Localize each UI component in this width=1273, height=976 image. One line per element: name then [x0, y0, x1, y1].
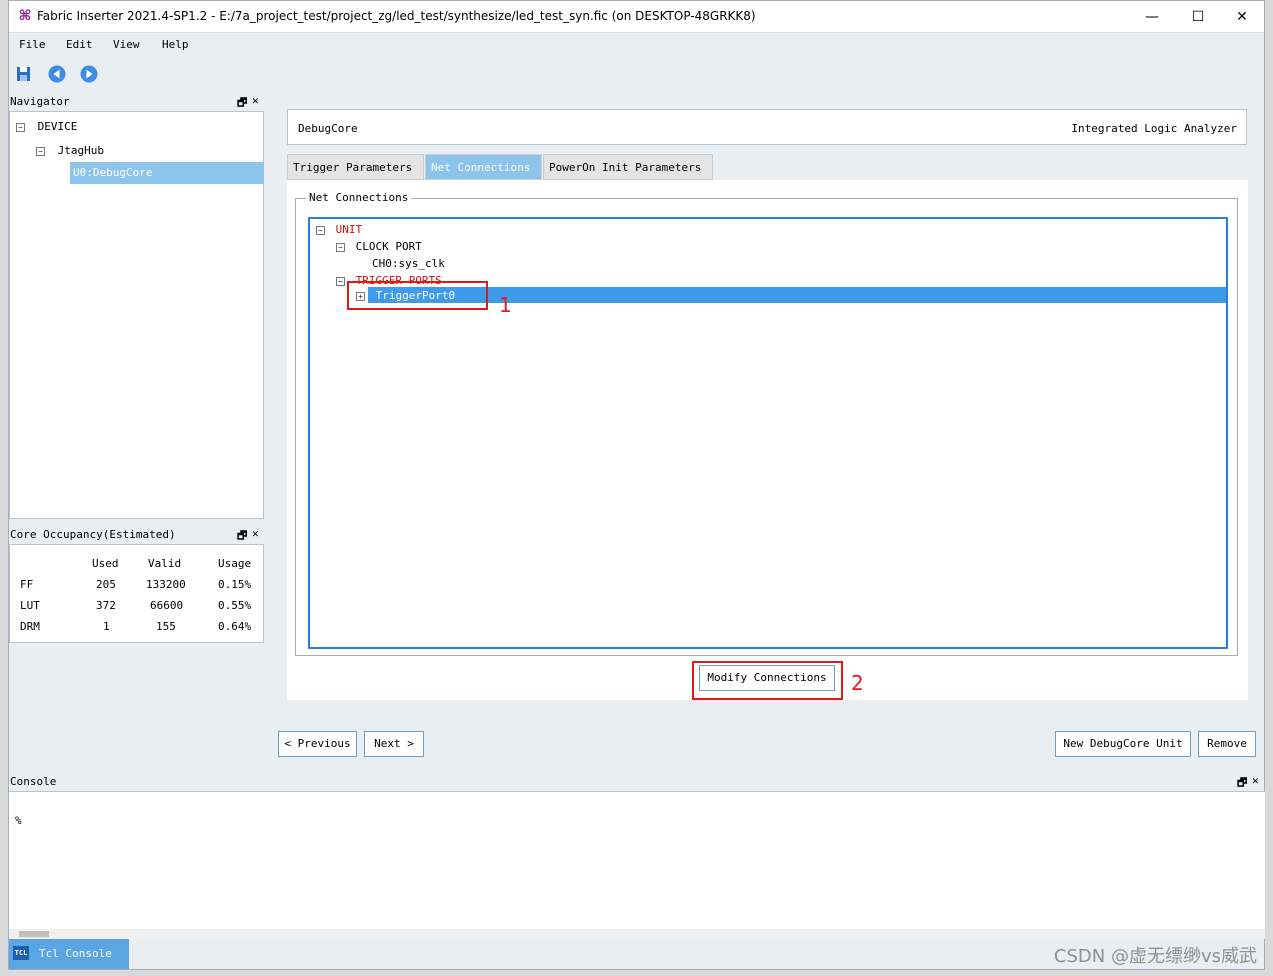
annotation-number-2: 2 [851, 671, 864, 695]
new-debugcore-unit-button[interactable]: New DebugCore Unit [1055, 731, 1191, 757]
menu-file[interactable]: File [19, 38, 46, 51]
navigator-title: Navigator [10, 95, 70, 108]
cell-valid: 155 [156, 620, 176, 633]
row-label: LUT [20, 599, 40, 612]
annotation-number-1: 1 [499, 293, 512, 317]
tree-item-jtaghub[interactable]: − JtagHub [36, 144, 104, 157]
tree-item-unit[interactable]: − UNIT [316, 223, 362, 236]
collapse-icon[interactable]: − [36, 146, 45, 156]
cell-usage: 0.15% [218, 578, 252, 591]
tree-label: CLOCK PORT [355, 240, 422, 253]
occupancy-table: Used Valid Usage FF 205 133200 0.15% LUT… [9, 544, 264, 643]
menu-edit[interactable]: Edit [66, 38, 93, 51]
console-output[interactable]: % [9, 791, 1265, 939]
tree-label: DEVICE [37, 120, 78, 133]
net-connections-group: Net Connections − UNIT − CLOCK PORT CH0:… [295, 191, 1238, 656]
tree-item-clock-port[interactable]: − CLOCK PORT [336, 240, 422, 253]
tab-label: Tcl Console [39, 947, 112, 960]
tab-poweron-init-parameters[interactable]: PowerOn Init Parameters [543, 154, 713, 180]
previous-button[interactable]: < Previous [278, 731, 357, 757]
cell-usage: 0.64% [218, 620, 252, 633]
annotation-box-1 [347, 281, 488, 310]
column-header: Valid [148, 557, 182, 570]
collapse-icon[interactable]: − [336, 276, 345, 286]
close-icon[interactable]: ✕ [252, 527, 259, 540]
annotation-box-2 [692, 661, 843, 700]
cell-used: 1 [103, 620, 110, 633]
core-type-label: DebugCore [298, 122, 358, 135]
tab-net-connections[interactable]: Net Connections [425, 154, 542, 180]
title-bar: ⌘ Fabric Inserter 2021.4-SP1.2 - E:/7a_p… [9, 1, 1264, 33]
next-button[interactable]: Next > [364, 731, 424, 757]
menu-bar: File Edit View Help [9, 33, 1264, 57]
cell-valid: 133200 [146, 578, 186, 591]
net-connections-panel: Net Connections − UNIT − CLOCK PORT CH0:… [287, 180, 1248, 700]
tree-item-device[interactable]: − DEVICE [16, 120, 77, 133]
selected-row-highlight [368, 287, 1226, 303]
toolbar [9, 61, 1264, 87]
column-header: Usage [218, 557, 252, 570]
watermark-text: CSDN @虚无缥缈vs威武 [1053, 946, 1257, 967]
console-prompt: % [15, 814, 22, 827]
menu-help[interactable]: Help [162, 38, 189, 51]
occupancy-title: Core Occupancy(Estimated) [10, 528, 176, 541]
collapse-icon[interactable]: − [16, 122, 25, 132]
tree-label: CH0:sys_clk [372, 257, 445, 270]
row-label: FF [20, 578, 34, 591]
tcl-icon: TCL [13, 946, 29, 960]
app-window: ⌘ Fabric Inserter 2021.4-SP1.2 - E:/7a_p… [8, 0, 1265, 970]
horizontal-scrollbar[interactable] [9, 929, 1265, 939]
menu-view[interactable]: View [113, 38, 140, 51]
tab-tcl-console[interactable]: TCL Tcl Console [9, 939, 129, 969]
maximize-button[interactable]: ☐ [1175, 5, 1221, 29]
forward-arrow-icon[interactable] [80, 65, 98, 83]
cell-valid: 66600 [150, 599, 184, 612]
app-logo-icon: ⌘ [18, 8, 32, 24]
cell-usage: 0.55% [218, 599, 252, 612]
tree-item-debugcore[interactable]: U0:DebugCore [70, 162, 264, 184]
tab-trigger-parameters[interactable]: Trigger Parameters [287, 154, 424, 180]
scrollbar-thumb[interactable] [19, 931, 49, 937]
core-description: Integrated Logic Analyzer [1071, 122, 1237, 135]
remove-button[interactable]: Remove [1198, 731, 1256, 757]
tree-label: UNIT [335, 223, 363, 236]
close-window-button[interactable]: ✕ [1219, 5, 1265, 29]
close-icon[interactable]: ✕ [1252, 774, 1259, 787]
console-title: Console [10, 775, 57, 788]
column-header: Used [92, 557, 119, 570]
collapse-icon[interactable]: − [316, 225, 325, 235]
row-label: DRM [20, 620, 40, 633]
cell-used: 372 [96, 599, 116, 612]
core-header: DebugCore Integrated Logic Analyzer [287, 109, 1247, 145]
group-title: Net Connections [306, 191, 412, 204]
back-arrow-icon[interactable] [48, 65, 66, 83]
tree-label: JtagHub [57, 144, 104, 157]
window-title: Fabric Inserter 2021.4-SP1.2 - E:/7a_pro… [37, 9, 756, 23]
cell-used: 205 [96, 578, 116, 591]
save-icon[interactable] [15, 65, 33, 83]
collapse-icon[interactable]: − [336, 242, 345, 252]
close-icon[interactable]: ✕ [252, 94, 259, 107]
navigator-tree: − DEVICE − JtagHub U0:DebugCore [9, 111, 264, 519]
tree-item-ch0[interactable]: CH0:sys_clk [372, 257, 445, 270]
minimize-button[interactable]: — [1129, 5, 1175, 29]
tree-label: U0:DebugCore [73, 166, 153, 179]
